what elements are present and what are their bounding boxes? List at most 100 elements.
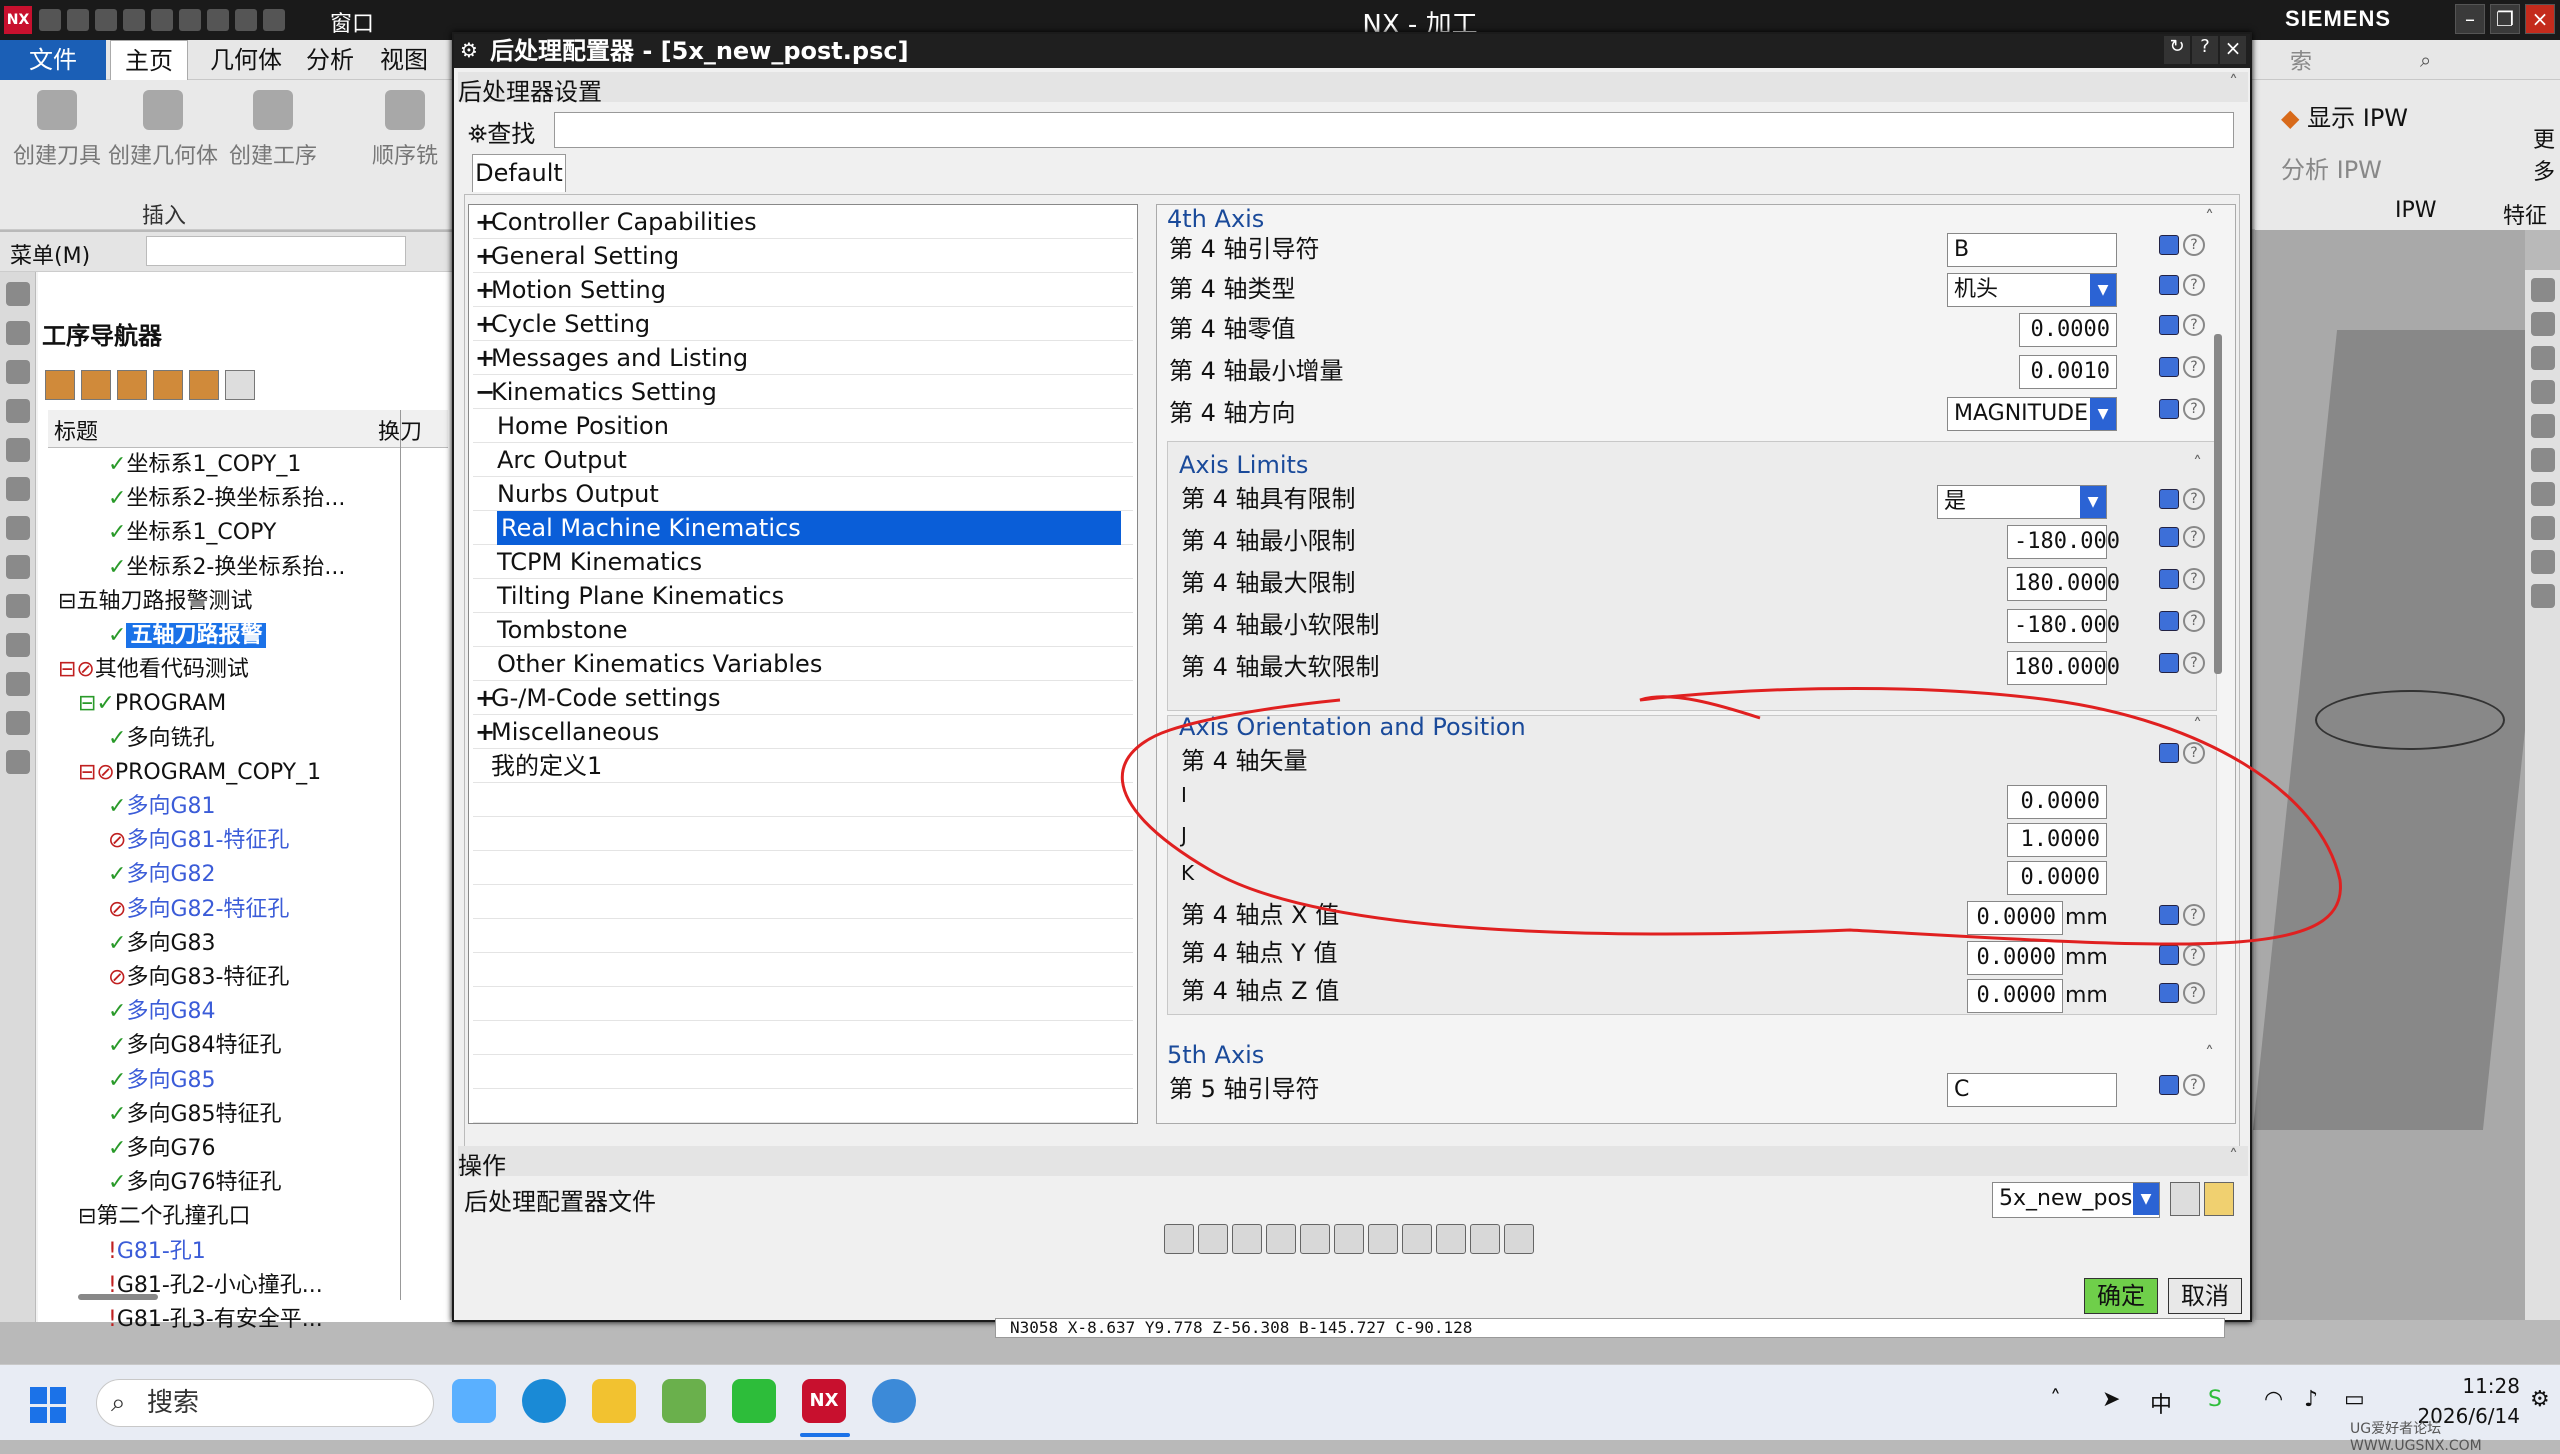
op-info-icon[interactable]: [1300, 1224, 1330, 1254]
filter-icon[interactable]: [189, 370, 219, 400]
dialog-reset-icon[interactable]: ↻: [2164, 36, 2190, 64]
op-list-icon[interactable]: [1164, 1224, 1194, 1254]
menu-button[interactable]: 菜单(M): [10, 238, 90, 270]
show-ipw-button[interactable]: ◆ 显示 IPW: [2281, 98, 2408, 133]
navigator-row[interactable]: ⊟⊘其他看代码测试: [48, 653, 448, 687]
navigator-row[interactable]: ✓ 五轴刀路报警: [48, 619, 448, 653]
axis-orientation-collapse-icon[interactable]: ˄: [2193, 715, 2202, 736]
taskbar-app-icon-2[interactable]: [662, 1379, 706, 1423]
move-icon[interactable]: [2530, 414, 2555, 438]
max-limit-input[interactable]: 180.0000: [2007, 567, 2120, 601]
tab-home[interactable]: 主页: [110, 40, 188, 80]
expand-toggle-icon[interactable]: +: [475, 273, 495, 307]
expand-toggle-icon[interactable]: −: [475, 375, 495, 409]
expand-toggle-icon[interactable]: +: [475, 681, 495, 715]
tree-item[interactable]: 我的定义1: [473, 749, 1133, 783]
expand-toggle-icon[interactable]: +: [475, 205, 495, 239]
navigator-row[interactable]: ✓坐标系1_COPY_1: [48, 448, 448, 482]
navigator-row[interactable]: ✓坐标系2-换坐标系抬...: [48, 482, 448, 516]
help-icon[interactable]: [2530, 278, 2555, 302]
help-icon[interactable]: ?: [2183, 526, 2205, 548]
operations-section-header[interactable]: 操作 ˄: [458, 1146, 2248, 1180]
navigator-row[interactable]: ✓多向G76: [48, 1132, 448, 1166]
ok-button[interactable]: 确定: [2084, 1278, 2158, 1314]
roles-icon[interactable]: [5, 672, 30, 696]
tree-item[interactable]: +Controller Capabilities: [473, 205, 1133, 239]
layer-icon[interactable]: [2530, 448, 2555, 472]
navigator-row[interactable]: ⊘多向G82-特征孔: [48, 893, 448, 927]
expand-toggle-icon[interactable]: +: [475, 341, 495, 375]
help-icon[interactable]: ?: [2183, 982, 2205, 1004]
column-title[interactable]: 标题: [54, 414, 98, 446]
collapse-icon[interactable]: ˄: [2229, 72, 2238, 93]
op-open-icon[interactable]: [1334, 1224, 1364, 1254]
tree-item[interactable]: −Kinematics Setting: [473, 375, 1133, 409]
axis4-leader-input[interactable]: B: [1947, 233, 2117, 267]
lock-icon[interactable]: [2159, 235, 2179, 255]
axis4-type-select[interactable]: 机头 ▼: [1947, 273, 2117, 307]
view-icon[interactable]: [2530, 482, 2555, 506]
lock-icon[interactable]: [2159, 399, 2179, 419]
tray-chevron-icon[interactable]: ˄: [2050, 1387, 2061, 1412]
lock-icon[interactable]: [2159, 569, 2179, 589]
edge-icon[interactable]: [522, 1379, 566, 1423]
chevron-down-icon[interactable]: ▼: [2133, 1183, 2159, 1215]
help-icon[interactable]: ?: [2183, 488, 2205, 510]
axis5-leader-input[interactable]: C: [1947, 1073, 2117, 1107]
navigator-row[interactable]: !G81-孔3-有安全平...: [48, 1303, 448, 1337]
help-icon[interactable]: ?: [2183, 944, 2205, 966]
help-icon[interactable]: ?: [2183, 234, 2205, 256]
taskbar-app-icon-3[interactable]: [872, 1379, 916, 1423]
search-input[interactable]: [554, 112, 2234, 148]
graphics-viewport[interactable]: [2252, 230, 2560, 1320]
has-limit-select[interactable]: 是 ▼: [1937, 485, 2107, 519]
list-icon[interactable]: [2530, 312, 2555, 336]
help-icon[interactable]: ?: [2183, 904, 2205, 926]
navigator-row[interactable]: ⊟⊘PROGRAM_COPY_1: [48, 756, 448, 790]
navigator-row[interactable]: ✓多向G84特征孔: [48, 1029, 448, 1063]
edit-file-icon[interactable]: [2204, 1182, 2234, 1216]
tab-geometry[interactable]: 几何体: [196, 40, 296, 80]
start-button[interactable]: [30, 1387, 66, 1423]
volume-icon[interactable]: ♪: [2304, 1387, 2318, 1412]
window-menu[interactable]: 窗口: [330, 6, 374, 38]
soft-min-limit-input[interactable]: -180.000: [2007, 609, 2120, 643]
point-y-input[interactable]: 0.0000: [1967, 941, 2063, 975]
navigator-row[interactable]: ⊟第二个孔撞孔口: [48, 1200, 448, 1234]
selection-filter[interactable]: [146, 236, 406, 266]
tree-item[interactable]: +Messages and Listing: [473, 341, 1133, 375]
navigator-row[interactable]: ✓多向G84: [48, 995, 448, 1029]
settings-section-header[interactable]: 后处理器设置 ˄: [458, 72, 2248, 106]
lock-icon[interactable]: [2159, 357, 2179, 377]
vector-k-input[interactable]: 0.0000: [2007, 861, 2107, 895]
chevron-down-icon[interactable]: ▼: [2090, 274, 2116, 306]
dialog-gear-icon[interactable]: ⚙: [460, 38, 478, 62]
wrench-icon[interactable]: [2170, 1182, 2200, 1216]
op-settings-icon[interactable]: [1266, 1224, 1296, 1254]
tab-default[interactable]: Default: [472, 154, 566, 192]
settings-icon[interactable]: [5, 282, 30, 306]
help-icon[interactable]: ?: [2183, 610, 2205, 632]
tree-item[interactable]: Real Machine Kinematics: [473, 511, 1133, 545]
tab-view[interactable]: 视图: [366, 40, 442, 80]
navigator-row[interactable]: ⊘多向G81-特征孔: [48, 824, 448, 858]
cancel-button[interactable]: 取消: [2168, 1278, 2242, 1314]
wechat-icon[interactable]: [732, 1379, 776, 1423]
touch-icon[interactable]: [263, 9, 285, 31]
navigator-row[interactable]: ✓坐标系1_COPY: [48, 516, 448, 550]
min-limit-input[interactable]: -180.000: [2007, 525, 2120, 559]
tree-item[interactable]: Tilting Plane Kinematics: [473, 579, 1133, 613]
navigator-row[interactable]: ✓多向G82: [48, 858, 448, 892]
help-icon[interactable]: ?: [2183, 398, 2205, 420]
dialog-help-icon[interactable]: ?: [2192, 36, 2218, 64]
ime-indicator[interactable]: 中: [2150, 1387, 2172, 1419]
pen-icon[interactable]: [2530, 380, 2555, 404]
redo-icon[interactable]: [95, 9, 117, 31]
op-export-icon[interactable]: [1436, 1224, 1466, 1254]
create-operation-button[interactable]: 创建工序: [218, 90, 328, 170]
machine-icon[interactable]: [5, 477, 30, 501]
lock-icon[interactable]: [2159, 611, 2179, 631]
reuse-library-icon[interactable]: [5, 516, 30, 540]
battery-icon[interactable]: ▭: [2344, 1387, 2365, 1412]
tree-item[interactable]: +Cycle Setting: [473, 307, 1133, 341]
